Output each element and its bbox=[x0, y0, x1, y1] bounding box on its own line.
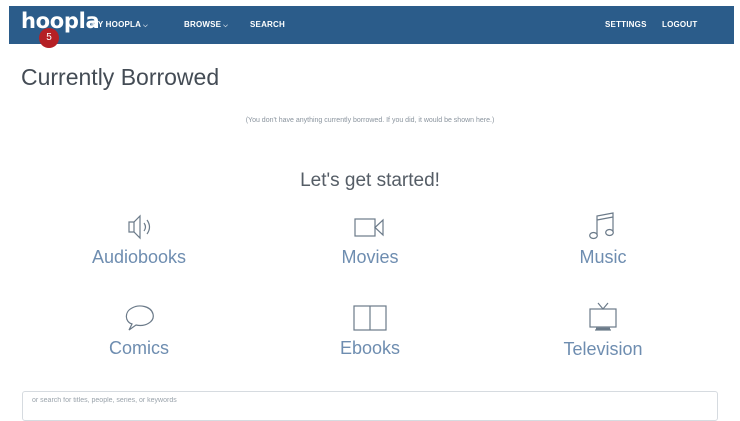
chevron-down-icon: ⌵ bbox=[223, 23, 228, 29]
category-label: Ebooks bbox=[339, 338, 401, 358]
speech-bubble-icon bbox=[125, 305, 154, 331]
category-label: Music bbox=[579, 247, 627, 267]
category-music[interactable]: Music bbox=[513, 209, 693, 268]
nav-settings-label: SETTINGS bbox=[605, 20, 647, 29]
notification-badge[interactable]: 5 bbox=[39, 28, 59, 48]
category-television[interactable]: Television bbox=[513, 299, 693, 360]
category-movies[interactable]: Movies bbox=[280, 211, 460, 268]
page-title: Currently Borrowed bbox=[21, 64, 220, 90]
search-input[interactable] bbox=[22, 391, 718, 421]
music-note-icon bbox=[589, 212, 614, 240]
nav-my-hoopla-label: MY HOOPLA bbox=[91, 20, 142, 29]
nav-logout[interactable]: LOGOUT bbox=[662, 6, 697, 44]
nav-search[interactable]: SEARCH bbox=[250, 6, 285, 44]
television-icon bbox=[589, 302, 617, 331]
hoopla-logo[interactable]: hoopla bbox=[21, 9, 100, 33]
category-label: Movies bbox=[341, 247, 399, 267]
category-label: Comics bbox=[108, 338, 169, 358]
speaker-icon bbox=[128, 214, 151, 240]
empty-borrowed-message: (You don't have anything currently borro… bbox=[245, 117, 495, 124]
nav-browse-label: BROWSE bbox=[184, 20, 222, 29]
top-navbar: hoopla MY HOOPLA ⌵ BROWSE ⌵ SEARCH SETTING… bbox=[9, 6, 734, 44]
nav-browse[interactable]: BROWSE ⌵ bbox=[184, 6, 228, 44]
category-label: Audiobooks bbox=[91, 247, 187, 267]
nav-settings[interactable]: SETTINGS bbox=[605, 6, 647, 44]
nav-search-label: SEARCH bbox=[250, 20, 285, 29]
chevron-down-icon: ⌵ bbox=[143, 23, 148, 29]
video-camera-icon bbox=[354, 218, 384, 237]
category-ebooks[interactable]: Ebooks bbox=[280, 302, 460, 359]
get-started-heading: Let's get started! bbox=[300, 170, 440, 191]
open-book-icon bbox=[353, 305, 387, 331]
category-comics[interactable]: Comics bbox=[49, 302, 229, 359]
category-label: Television bbox=[563, 339, 643, 359]
category-audiobooks[interactable]: Audiobooks bbox=[49, 211, 229, 268]
nav-my-hoopla[interactable]: MY HOOPLA ⌵ bbox=[91, 6, 148, 44]
nav-logout-label: LOGOUT bbox=[662, 20, 698, 29]
